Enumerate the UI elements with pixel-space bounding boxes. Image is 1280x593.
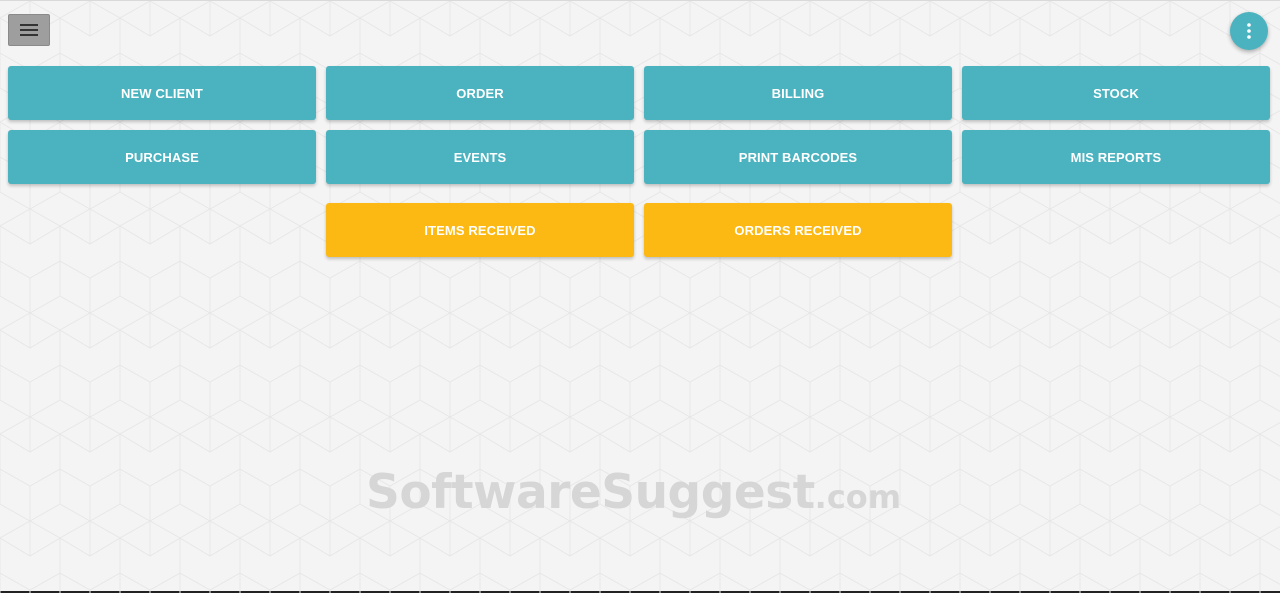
billing-button[interactable]: BILLING [644, 66, 952, 120]
watermark: SoftwareSuggest .com [366, 465, 901, 529]
more-options-button[interactable] [1230, 12, 1268, 50]
mis-reports-button[interactable]: MIS REPORTS [962, 130, 1270, 184]
watermark-main-text: SoftwareSuggest [366, 465, 815, 520]
menu-button[interactable] [8, 14, 50, 46]
hamburger-menu-icon [20, 24, 38, 36]
watermark-suffix-text: .com [814, 478, 902, 516]
order-button[interactable]: ORDER [326, 66, 634, 120]
more-vertical-icon [1247, 23, 1251, 39]
items-received-button[interactable]: ITEMS RECEIVED [326, 203, 634, 257]
events-button[interactable]: EVENTS [326, 130, 634, 184]
print-barcodes-button[interactable]: PRINT BARCODES [644, 130, 952, 184]
stock-button[interactable]: STOCK [962, 66, 1270, 120]
orders-received-button[interactable]: ORDERS RECEIVED [644, 203, 952, 257]
purchase-button[interactable]: PURCHASE [8, 130, 316, 184]
new-client-button[interactable]: NEW CLIENT [8, 66, 316, 120]
